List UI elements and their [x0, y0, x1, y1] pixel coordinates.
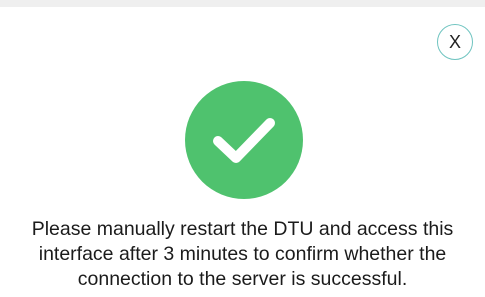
close-icon: X — [448, 31, 461, 52]
message-line-2: interface after 3 minutes to confirm whe… — [38, 243, 447, 265]
success-check-icon — [185, 81, 303, 199]
close-button[interactable]: X — [437, 24, 473, 60]
top-strip — [0, 0, 485, 7]
success-message: Please manually restart the DTU and acce… — [0, 217, 485, 292]
message-line-3: connection to the server is successful. — [77, 268, 408, 290]
message-line-1: Please manually restart the DTU and acce… — [31, 218, 454, 240]
success-dialog: X Please manually restart the DTU and ac… — [0, 7, 485, 297]
checkmark-icon — [213, 118, 275, 163]
